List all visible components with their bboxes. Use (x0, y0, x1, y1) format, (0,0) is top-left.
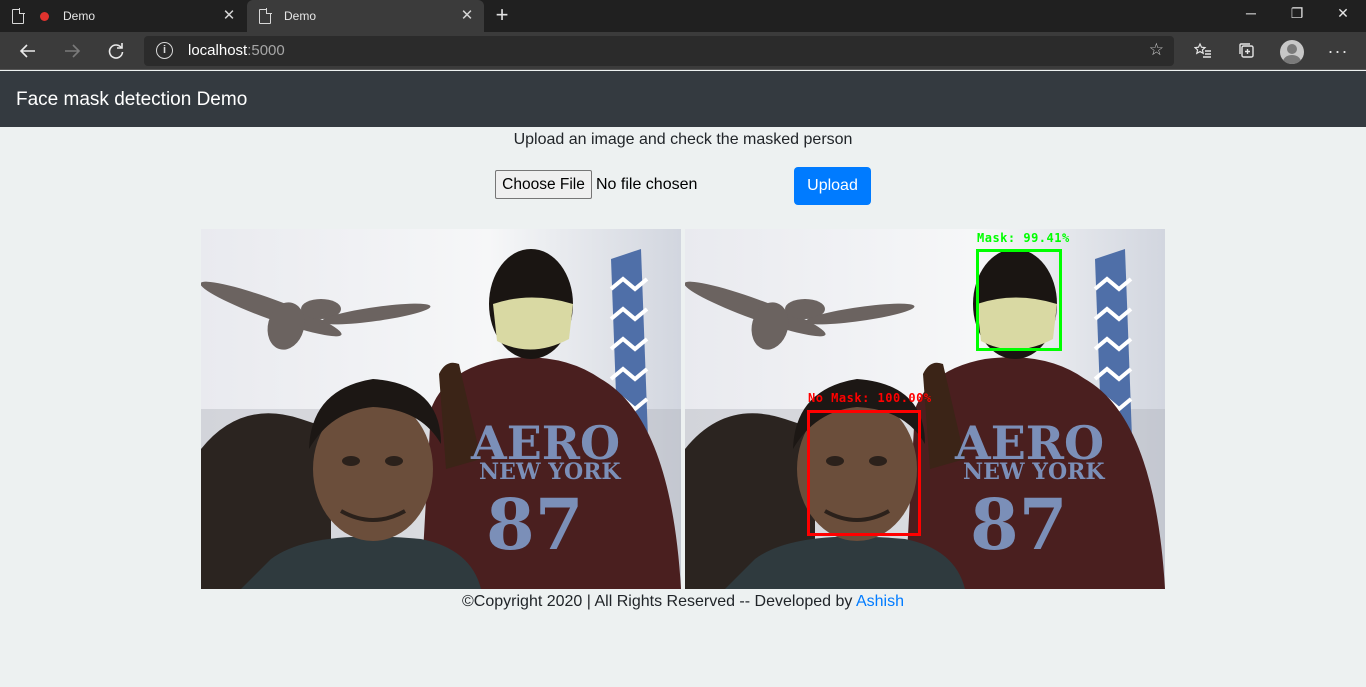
footer: ©Copyright 2020 | All Rights Reserved --… (0, 593, 1366, 611)
footer-copyright: ©Copyright 2020 | All Rights Reserved --… (462, 593, 856, 610)
browser-tab-2[interactable]: Demo ✕ (247, 0, 484, 32)
recording-dot-icon (40, 11, 49, 21)
svg-text:NEW YORK: NEW YORK (963, 459, 1105, 485)
refresh-icon[interactable] (101, 36, 131, 66)
detection-box-mask (976, 249, 1062, 351)
browser-tab-1[interactable]: Demo ✕ (0, 0, 246, 32)
favorite-star-icon[interactable]: ☆ (1149, 40, 1164, 60)
upload-instructions: Upload an image and check the masked per… (513, 131, 853, 148)
new-tab-icon[interactable]: + (490, 4, 514, 28)
browser-tab-strip: Demo ✕ Demo ✕ + ─ ❐ ✕ (0, 0, 1366, 32)
more-options-icon[interactable]: ··· (1323, 36, 1353, 66)
navbar: Face mask detection Demo (0, 71, 1366, 127)
tab-title: Demo (63, 9, 96, 23)
address-bar[interactable]: i localhost:5000 ☆ (144, 36, 1174, 66)
page-icon (12, 8, 25, 24)
tab-close-icon[interactable]: ✕ (220, 7, 238, 25)
minimize-icon[interactable]: ─ (1228, 0, 1274, 32)
svg-text:NEW YORK: NEW YORK (479, 459, 621, 485)
profile-avatar[interactable] (1280, 40, 1304, 64)
site-info-icon[interactable]: i (156, 42, 173, 59)
browser-toolbar: i localhost:5000 ☆ ··· (0, 32, 1366, 70)
detection-label-mask: Mask: 99.41% (977, 231, 1070, 245)
forward-icon[interactable] (57, 36, 87, 66)
tab-title: Demo (284, 9, 317, 23)
restore-icon[interactable]: ❐ (1274, 0, 1320, 32)
page-icon (259, 8, 272, 24)
collections-icon[interactable] (1232, 36, 1262, 66)
svg-text:87: 87 (970, 483, 1067, 566)
upload-button[interactable]: Upload (794, 167, 871, 205)
file-status-text: No file chosen (596, 176, 698, 193)
url-text: localhost:5000 (188, 42, 285, 59)
back-icon[interactable] (13, 36, 43, 66)
detection-box-no-mask (807, 410, 921, 536)
output-image: AERO NEW YORK 87 Mask: 99.41% No Mask: 1… (685, 229, 1165, 589)
favorites-icon[interactable] (1188, 36, 1218, 66)
author-link[interactable]: Ashish (856, 593, 904, 610)
choose-file-button[interactable]: Choose File (495, 170, 592, 199)
input-image: AERO NEW YORK 87 (201, 229, 681, 589)
tab-close-icon[interactable]: ✕ (458, 7, 476, 25)
detection-label-no-mask: No Mask: 100.00% (808, 391, 932, 405)
window-close-icon[interactable]: ✕ (1320, 0, 1366, 32)
navbar-brand[interactable]: Face mask detection Demo (16, 89, 247, 111)
svg-text:87: 87 (486, 483, 583, 566)
